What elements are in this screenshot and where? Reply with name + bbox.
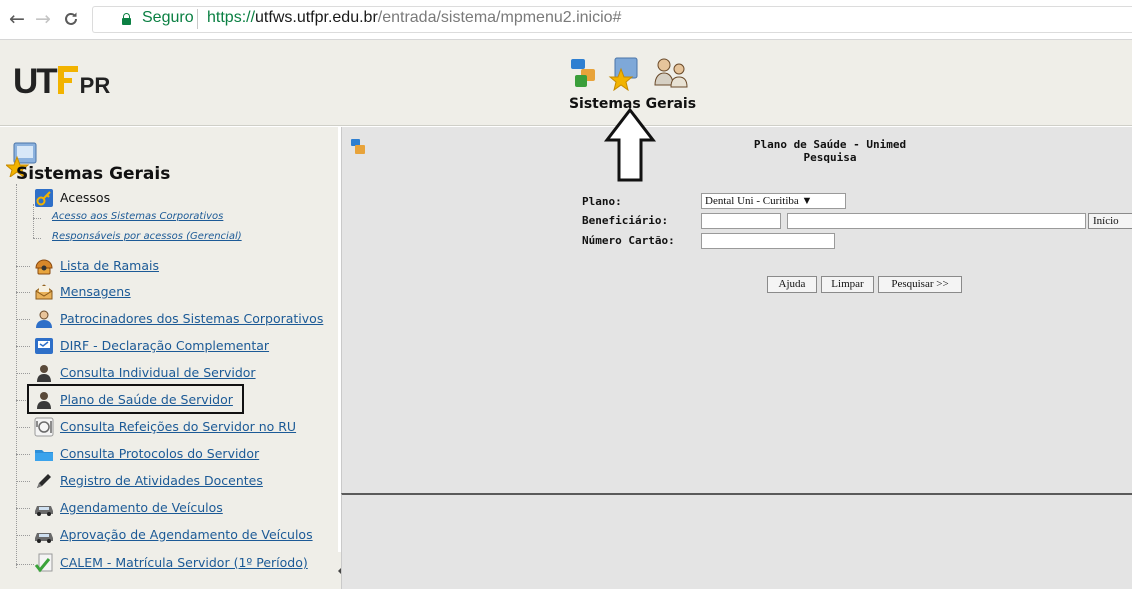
reload-icon (65, 12, 77, 25)
secure-label: Seguro (142, 9, 194, 26)
tree-line (16, 319, 30, 320)
sidebar-item-label[interactable]: Lista de Ramais (60, 258, 159, 273)
limpar-button[interactable]: Limpar (821, 276, 874, 293)
browser-address-bar: ← → Seguro https://utfws.utfpr.edu.br/en… (0, 0, 1132, 40)
mail-icon (35, 284, 53, 300)
panel-users-icon (351, 139, 365, 154)
sidebar-sublink-acesso-sistemas[interactable]: Acesso aos Sistemas Corporativos (52, 211, 223, 222)
car-icon (35, 533, 53, 543)
ajuda-button[interactable]: Ajuda (767, 276, 817, 293)
page-title-line1: Plano de Saúde - Unimed (753, 138, 907, 151)
logo-pr: PR (79, 73, 111, 98)
tax-form-icon (35, 338, 53, 354)
tree-line (16, 292, 30, 293)
beneficiario-label: Beneficiário: (582, 214, 669, 227)
url-text[interactable]: https://utfws.utfpr.edu.br/entrada/siste… (207, 9, 621, 27)
tree-line (33, 204, 34, 238)
page-header (0, 40, 1132, 126)
sidebar-item-label[interactable]: Consulta Protocolos do Servidor (60, 446, 259, 461)
tree-line (16, 454, 30, 455)
pen-icon (37, 474, 51, 488)
logo-f-mark (57, 66, 78, 94)
check-document-icon (34, 553, 53, 573)
url-path: /entrada/sistema/mpmenu2.inicio# (377, 9, 622, 26)
beneficiario-name-input[interactable] (787, 213, 1086, 229)
sidebar-item-label[interactable]: DIRF - Declaração Complementar (60, 338, 269, 353)
tree-line (16, 535, 30, 536)
url-host: utfws.utfpr.edu.br (255, 9, 378, 26)
sidebar-item-label[interactable]: Consulta Refeições do Servidor no RU (60, 419, 296, 434)
system-star-icon[interactable] (608, 57, 638, 91)
sidebar-group-label: Acessos (60, 190, 111, 205)
sidebar-item-label[interactable]: Aprovação de Agendamento de Veículos (60, 527, 313, 542)
sidebar-item-label[interactable]: Registro de Atividades Docentes (60, 473, 263, 488)
tree-line (33, 238, 41, 239)
main-lower-panel (341, 493, 1132, 589)
header-system-icons[interactable] (569, 55, 694, 91)
users-icon[interactable] (654, 58, 688, 88)
sidebar-title: Sistemas Gerais (16, 164, 171, 184)
sponsor-icon (36, 310, 52, 328)
person-icon (37, 365, 51, 382)
lock-icon (122, 13, 131, 25)
url-protocol: https:// (207, 9, 256, 26)
users-network-icon[interactable] (571, 59, 595, 87)
sidebar-item-label[interactable]: Consulta Individual de Servidor (60, 365, 256, 380)
numero-cartao-label: Número Cartão: (582, 234, 675, 247)
key-access-icon (35, 189, 53, 207)
inicio-button[interactable]: Início (1088, 213, 1132, 229)
tree-line (16, 184, 17, 568)
plano-label: Plano: (582, 195, 622, 208)
reload-button[interactable] (60, 8, 82, 30)
tree-line (16, 564, 34, 565)
tree-line (16, 346, 30, 347)
tree-line (16, 266, 30, 267)
tree-line (16, 427, 30, 428)
sidebar-item-label[interactable]: Agendamento de Veículos (60, 500, 223, 515)
folder-icon (35, 450, 53, 461)
tree-line (16, 373, 30, 374)
page-title: Plano de Saúde - Unimed Pesquisa (700, 138, 960, 164)
utfpr-logo[interactable]: UT PR (13, 62, 110, 102)
main-panel (341, 127, 1132, 493)
sidebar-item-label[interactable]: CALEM - Matrícula Servidor (1º Período) (60, 555, 308, 570)
plano-select[interactable]: Dental Uni - Curitiba ▼ (701, 193, 846, 209)
pesquisar-button[interactable]: Pesquisar >> (878, 276, 962, 293)
logo-ut: UT (13, 62, 58, 101)
sidebar-item-label[interactable]: Patrocinadores dos Sistemas Corporativos (60, 311, 323, 326)
page-title-line2: Pesquisa (803, 151, 857, 164)
annotation-up-arrow (603, 108, 657, 182)
car-icon (35, 506, 53, 516)
numero-cartao-input[interactable] (701, 233, 835, 249)
url-separator (197, 9, 198, 29)
tree-line (16, 481, 30, 482)
sidebar-item-label[interactable]: Mensagens (60, 284, 131, 299)
sidebar-sublink-responsaveis[interactable]: Responsáveis por acessos (Gerencial) (52, 231, 242, 242)
beneficiario-code-input[interactable] (701, 213, 781, 229)
tree-line (33, 218, 41, 219)
forward-button[interactable]: → (32, 8, 54, 30)
annotation-highlight-box (27, 384, 244, 414)
tree-line (16, 508, 30, 509)
back-button[interactable]: ← (6, 8, 28, 30)
phone-icon (35, 259, 53, 275)
meal-icon (34, 417, 54, 437)
